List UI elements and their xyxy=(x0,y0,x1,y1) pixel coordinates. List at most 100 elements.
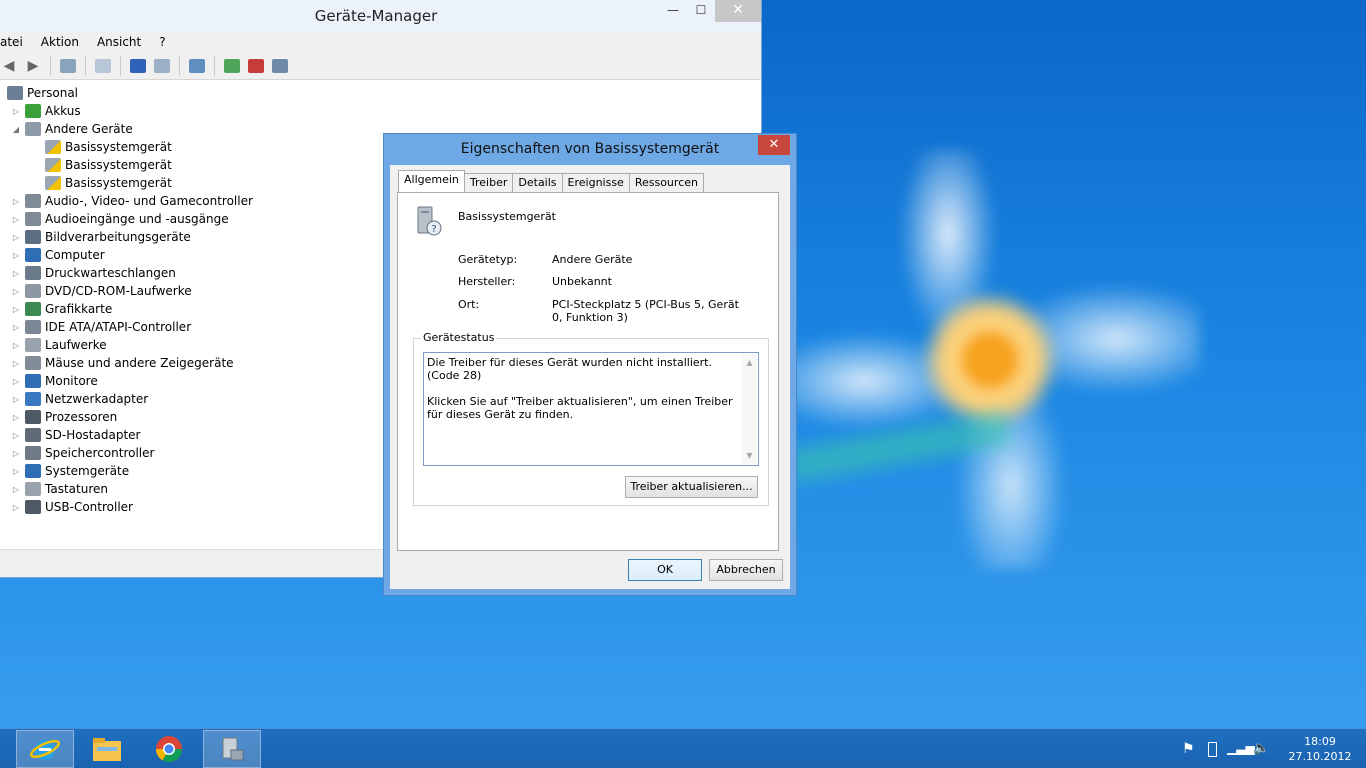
action-pane-button[interactable] xyxy=(152,56,172,76)
taskbar-internet-explorer[interactable] xyxy=(16,730,74,768)
tree-category[interactable]: ▷ Akkus xyxy=(0,102,761,120)
expand-arrow-icon[interactable]: ▷ xyxy=(11,287,21,296)
taskbar-file-explorer[interactable] xyxy=(78,730,136,768)
menu-ansicht[interactable]: Ansicht xyxy=(88,32,150,52)
properties-icon xyxy=(95,58,111,73)
scan-hardware-button[interactable] xyxy=(187,56,207,76)
minimize-button[interactable]: — xyxy=(659,0,687,22)
expand-arrow-icon[interactable]: ▷ xyxy=(11,395,21,404)
update-driver-toolbar-button[interactable] xyxy=(222,56,242,76)
dialog-close-button[interactable]: ✕ xyxy=(758,135,790,155)
tab-allgemein[interactable]: Allgemein xyxy=(398,170,465,192)
action-pane-icon xyxy=(154,58,170,73)
keyboard-icon xyxy=(25,482,41,496)
category-label: Akkus xyxy=(45,104,81,118)
tab-details[interactable]: Details xyxy=(512,173,563,192)
network-signal-icon[interactable]: ▁▃▅ xyxy=(1227,741,1255,757)
status-scrollbar[interactable]: ▲ ▼ xyxy=(742,354,757,464)
category-label: SD-Hostadapter xyxy=(45,428,141,442)
ok-button[interactable]: OK xyxy=(628,559,702,581)
expand-arrow-icon[interactable]: ▷ xyxy=(11,269,21,278)
show-hide-tree-button[interactable] xyxy=(58,56,78,76)
help-toolbar-button[interactable] xyxy=(128,56,148,76)
device-name: Basissystemgerät xyxy=(458,210,556,223)
uninstall-button[interactable] xyxy=(246,56,266,76)
system-devices-icon xyxy=(25,464,41,478)
toolbar-separator xyxy=(214,55,215,76)
expand-arrow-icon[interactable]: ▷ xyxy=(11,323,21,332)
expand-arrow-icon[interactable]: ▷ xyxy=(11,449,21,458)
expand-arrow-icon[interactable]: ▷ xyxy=(11,413,21,422)
monitor-icon xyxy=(25,374,41,388)
expand-arrow-icon[interactable]: ▷ xyxy=(11,197,21,206)
device-manager-titlebar[interactable]: Geräte-Manager — ☐ ✕ xyxy=(0,0,761,32)
properties-dialog: Eigenschaften von Basissystemgerät ✕ All… xyxy=(383,133,797,596)
tab-ressourcen[interactable]: Ressourcen xyxy=(628,173,704,192)
expand-arrow-icon[interactable]: ▷ xyxy=(11,377,21,386)
category-label: Monitore xyxy=(45,374,98,388)
back-button[interactable]: ◀ xyxy=(0,56,19,76)
uninstall-icon xyxy=(248,58,264,73)
taskbar-chrome[interactable] xyxy=(140,730,198,768)
system-tray: ⚑ ▁▃▅ 🔈 18:09 27.10.2012 xyxy=(1177,729,1366,768)
menu-bar: atei Aktion Ansicht ? xyxy=(0,32,761,52)
battery-icon[interactable] xyxy=(1208,741,1217,757)
close-button[interactable]: ✕ xyxy=(715,0,761,22)
expand-arrow-icon[interactable]: ▷ xyxy=(11,233,21,242)
mouse-icon xyxy=(25,356,41,370)
expand-arrow-icon[interactable]: ▷ xyxy=(11,503,21,512)
status-message-line: Die Treiber für dieses Gerät wurden nich… xyxy=(427,356,712,382)
category-label: Laufwerke xyxy=(45,338,107,352)
category-label: Tastaturen xyxy=(45,482,108,496)
dialog-titlebar[interactable]: Eigenschaften von Basissystemgerät ✕ xyxy=(384,134,796,165)
volume-icon[interactable]: 🔈 xyxy=(1253,741,1269,757)
expand-arrow-icon[interactable]: ▷ xyxy=(11,305,21,314)
enable-device-button[interactable] xyxy=(270,56,290,76)
scroll-up-icon[interactable]: ▲ xyxy=(742,356,757,369)
warning-device-icon xyxy=(45,140,61,154)
expand-arrow-icon[interactable]: ▷ xyxy=(11,215,21,224)
network-adapter-icon xyxy=(25,392,41,406)
tree-root[interactable]: Personal xyxy=(0,84,761,102)
menu-datei[interactable]: atei xyxy=(0,32,32,52)
taskbar-device-manager[interactable] xyxy=(203,730,261,768)
expand-arrow-icon[interactable]: ▷ xyxy=(11,485,21,494)
expand-arrow-icon[interactable]: ▷ xyxy=(11,107,21,116)
device-status-textbox[interactable]: Die Treiber für dieses Gerät wurden nich… xyxy=(423,352,759,466)
camera-icon xyxy=(25,230,41,244)
forward-button[interactable]: ▶ xyxy=(23,56,43,76)
category-label: Systemgeräte xyxy=(45,464,130,478)
general-tab-panel: ? Basissystemgerät Gerätetyp: Andere Ger… xyxy=(397,192,779,551)
cancel-button[interactable]: Abbrechen xyxy=(709,559,783,581)
tab-treiber[interactable]: Treiber xyxy=(463,173,514,192)
maximize-button[interactable]: ☐ xyxy=(687,0,715,22)
menu-aktion[interactable]: Aktion xyxy=(32,32,88,52)
device-status-group-title: Gerätestatus xyxy=(421,331,497,344)
dvd-drive-icon xyxy=(25,284,41,298)
menu-help[interactable]: ? xyxy=(150,32,174,52)
category-label: Audioeingänge und -ausgänge xyxy=(45,212,229,226)
audio-io-icon xyxy=(25,212,41,226)
processor-icon xyxy=(25,410,41,424)
manufacturer-label: Hersteller: xyxy=(458,275,516,288)
action-center-flag-icon[interactable]: ⚑ xyxy=(1182,741,1198,757)
expand-arrow-icon[interactable]: ▷ xyxy=(11,359,21,368)
update-driver-button[interactable]: Treiber aktualisieren... xyxy=(625,476,758,498)
tab-ereignisse[interactable]: Ereignisse xyxy=(561,173,630,192)
expand-arrow-icon[interactable]: ▷ xyxy=(11,251,21,260)
expand-arrow-icon[interactable]: ▷ xyxy=(11,431,21,440)
category-label: Prozessoren xyxy=(45,410,118,424)
device-type-value: Andere Geräte xyxy=(552,253,633,266)
clock-time: 18:09 xyxy=(1304,735,1336,748)
collapse-arrow-icon[interactable]: ◢ xyxy=(11,125,21,134)
clock[interactable]: 18:09 27.10.2012 xyxy=(1274,734,1366,764)
toolbar: ◀ ▶ xyxy=(0,52,761,80)
warning-device-icon xyxy=(45,176,61,190)
file-explorer-icon xyxy=(93,738,121,761)
scroll-down-icon[interactable]: ▼ xyxy=(742,449,757,462)
expand-arrow-icon[interactable]: ▷ xyxy=(11,467,21,476)
expand-arrow-icon[interactable]: ▷ xyxy=(11,341,21,350)
properties-toolbar-button[interactable] xyxy=(93,56,113,76)
window-controls: — ☐ ✕ xyxy=(659,0,761,22)
usb-icon xyxy=(25,500,41,514)
